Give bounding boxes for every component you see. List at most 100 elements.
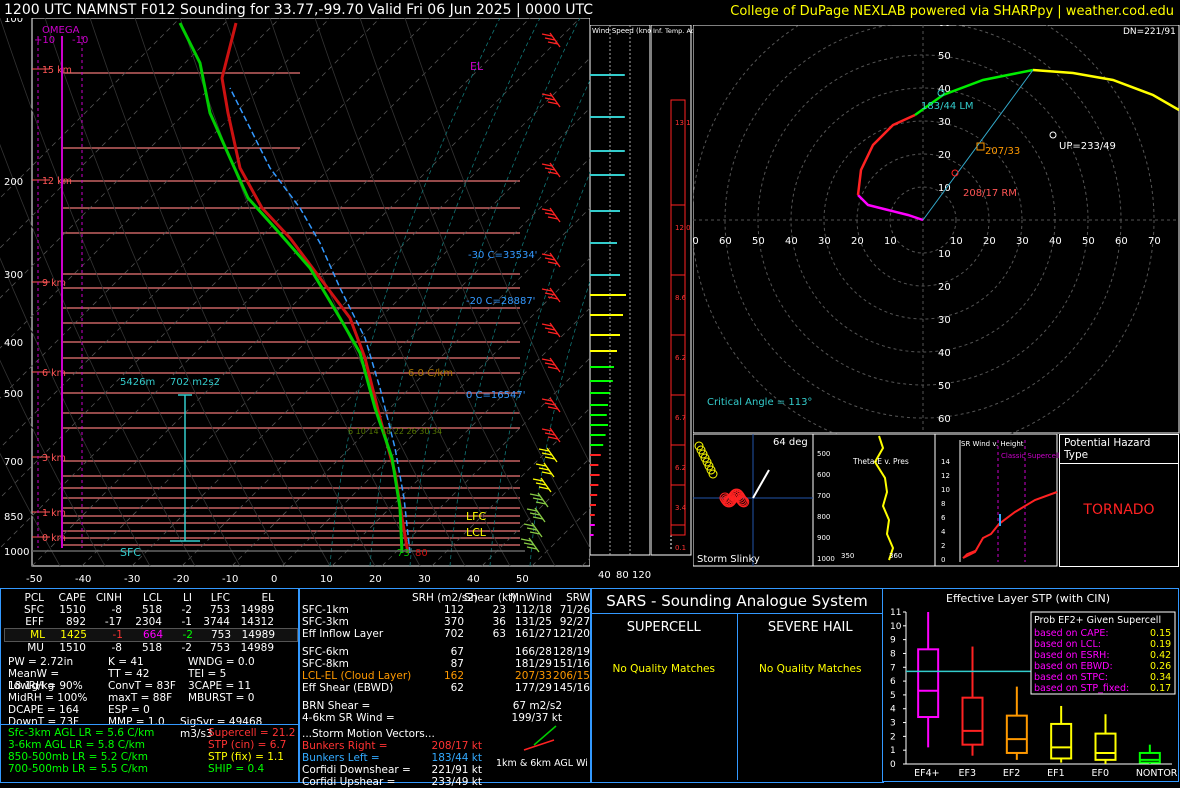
parcel-header-lfc: LFC: [210, 592, 230, 604]
parcel-row: MU 1510 -8 518 -2 753 14989: [4, 642, 298, 654]
hodograph-x-label: 60: [1115, 236, 1128, 247]
stp-y-tick-label: 1: [890, 746, 896, 756]
parcel-cell: -2: [181, 604, 192, 616]
theta-e-panel: 5006007008009001000 Theta-E v. Pres 350 …: [813, 434, 936, 567]
kinematic-cell: 151/16: [553, 658, 590, 670]
temp-tick-label: -10: [222, 574, 238, 585]
slinky-angle: 64 deg: [773, 437, 808, 448]
stp-box: [1094, 732, 1117, 761]
sars-supercell-col: SUPERCELL No Quality Matches: [591, 614, 738, 780]
sr46-label: 4-6km SR Wind =: [302, 712, 395, 724]
temp-adv-value: 0.1: [675, 544, 686, 552]
pressure-tick-label: 100: [4, 18, 23, 25]
parcel-header-cape: CAPE: [58, 592, 86, 604]
stp-category-label: EF0: [1092, 768, 1110, 779]
parcel-cell: 753: [210, 629, 231, 641]
kinematic-row: LCL-EL (Cloud Layer) 162 207/33 206/15: [302, 670, 592, 682]
pressure-tick-label: 300: [4, 270, 23, 281]
kinematic-cell: Eff Inflow Layer: [302, 628, 384, 640]
indices-block: PW = 2.72in MeanW = 18.1g/kg LowRH = 90% Mi…: [8, 656, 288, 740]
index-value: WNDG = 0.0: [188, 656, 255, 668]
parcel-cell: 14989: [240, 604, 274, 616]
rm-label: 208/17 RM: [963, 188, 1017, 199]
sars-supercell-result: No Quality Matches: [612, 663, 715, 675]
motion-value: 233/49 kt: [431, 776, 482, 788]
index-value: K = 41: [108, 656, 144, 668]
hodograph-x-label: 20: [851, 236, 864, 247]
ws-tick-120: 120: [632, 570, 651, 581]
parcel-cell: -8: [111, 642, 122, 654]
kinematic-cell: [464, 658, 506, 670]
stp-y-tick-label: 10: [890, 622, 902, 632]
index-value: TEI = 5: [188, 668, 227, 680]
motion-value: 183/44 kt: [431, 752, 482, 764]
motion-label: Corfidi Downshear =: [302, 764, 411, 776]
slinky-title: Storm Slinky: [697, 554, 760, 565]
hodograph-ring-label: 60: [938, 25, 951, 29]
height-label: 15 km: [42, 65, 72, 76]
page-title: 1200 UTC NAMNST F012 Sounding for 33.77,…: [4, 2, 593, 18]
kinematic-row: SFC-6km 67 166/28 128/19: [302, 646, 592, 658]
hazard-title: Potential Hazard Type: [1060, 435, 1178, 464]
el-label: EL: [470, 60, 484, 73]
sars-hail-result: No Quality Matches: [759, 663, 862, 675]
pressure-tick-label: 200: [4, 177, 23, 188]
stp-y-tick-label: 6: [890, 677, 896, 687]
index-value: MBURST = 0: [188, 692, 255, 704]
kinematic-cell: 206/15: [553, 670, 590, 682]
credit-text: College of DuPage NEXLAB powered via SHA…: [730, 4, 1174, 19]
critical-angle: Critical Angle = 113°: [707, 397, 812, 408]
stp-prob-value: 0.17: [1150, 683, 1171, 694]
hodograph-x-label: 50: [752, 236, 765, 247]
kinematic-cell: 370: [443, 616, 464, 628]
sars-panel: SARS - Sounding Analogue System SUPERCEL…: [590, 588, 884, 783]
brn-value: 67 m2/s2: [512, 700, 562, 712]
temp-tick-label: -30: [124, 574, 140, 585]
temp-tick-label: -50: [26, 574, 42, 585]
motion-label: Bunkers Right =: [302, 740, 388, 752]
lapse-rate-label: 6.0 C/km: [408, 368, 453, 379]
lm-label: 183/44 LM: [921, 101, 974, 112]
kinematic-cell: 87: [450, 658, 464, 670]
theta-e-p-tick: 500: [817, 450, 830, 458]
kinematic-cell: 166/28: [515, 646, 552, 658]
parcel-cell: 1510: [59, 604, 86, 616]
stp-prob-label: based on STP_fixed:: [1034, 683, 1129, 694]
barb-label: 1km & 6km AGL Wind Barbs: [496, 758, 588, 769]
sr-wind-panel: 14 12 10 8 6 4 2 0 SR Wind v. Height Classic Su…: [935, 434, 1059, 567]
kin-header-srw: SRW: [566, 592, 590, 604]
stp-prob-label: based on ESRH:: [1034, 650, 1110, 661]
hodograph-x-label: 40: [785, 236, 798, 247]
stp-prob-label: based on LCL:: [1034, 639, 1101, 650]
kinematic-cell: 702: [443, 628, 464, 640]
stp-y-tick-label: 3: [890, 719, 896, 729]
kin-header-blank: [302, 592, 412, 604]
stp-prob-label: based on STPC:: [1034, 672, 1108, 683]
index-value: 3CAPE = 11: [188, 680, 251, 692]
kinematic-row: Eff Shear (EBWD) 62 177/29 145/16: [302, 682, 592, 694]
parcel-cell: 518: [141, 604, 162, 616]
composite-value: Supercell = 21.2: [208, 727, 296, 739]
temp-adv-panel: Inf. Temp. Adv. (C/hr) 13.1 12.0 8.6 6.2 6.7…: [651, 25, 693, 556]
kinematic-cell: 112: [443, 604, 464, 616]
stp-category-label: EF4+: [914, 768, 939, 779]
sr-wind-h-tick: 0: [941, 556, 945, 564]
parcel-header-pcl: PCL: [24, 592, 44, 604]
stp-prob-value: 0.26: [1150, 661, 1171, 672]
parcel-header-cinh: CINH: [95, 592, 122, 604]
parcel-cell: -8: [111, 604, 122, 616]
composite-value: STP (cin) = 6.7: [208, 739, 287, 751]
parcel-cell: 14989: [241, 629, 275, 641]
lapse-rate-value: 3-6km AGL LR = 5.8 C/km: [8, 739, 145, 751]
parcel-cell: -1: [181, 616, 192, 628]
theta-e-t360: 360: [889, 552, 902, 560]
hodograph-ring-label: 20: [938, 282, 951, 293]
stp-category-label: EF1: [1047, 768, 1065, 779]
theta-e-t350: 350: [841, 552, 854, 560]
hodograph-x-label: 10: [950, 236, 963, 247]
kinematic-row: SFC-8km 87 181/29 151/16: [302, 658, 592, 670]
temp-adv-value: 3.4: [675, 504, 687, 512]
stp-y-tick-label: 4: [890, 705, 896, 715]
stp-legend: Prob EF2+ Given Supercell based on CAPE:…: [1030, 611, 1176, 695]
kinematic-cell: [464, 670, 506, 682]
